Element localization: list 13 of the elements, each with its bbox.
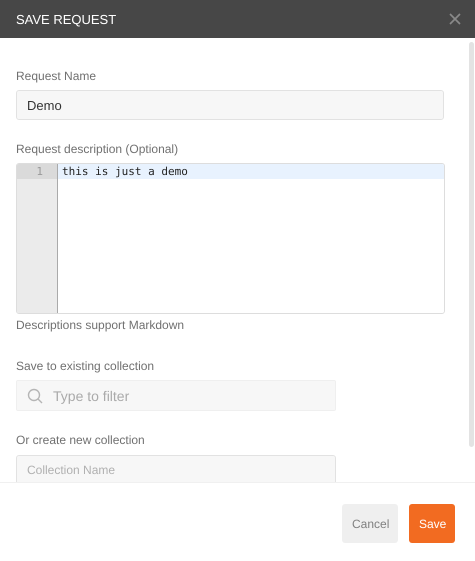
collection-name-field[interactable]: Collection Name <box>16 455 336 482</box>
dialog-title: SAVE REQUEST <box>16 12 116 26</box>
field-label: Request description (Optional) <box>16 142 178 156</box>
request-name-field[interactable]: Demo <box>16 90 444 120</box>
filter-field[interactable]: Type to filter <box>16 380 336 411</box>
description-editor[interactable]: 1 this is just a demo <box>16 163 445 314</box>
field-label: Request Name <box>16 69 96 83</box>
field-label: Save to existing collection <box>16 359 154 373</box>
scrollbar[interactable] <box>469 42 474 447</box>
field-label: Or create new collection <box>16 433 145 447</box>
line-number: 1 <box>17 164 57 179</box>
hint-text: Descriptions support Markdown <box>16 318 184 332</box>
close-icon[interactable] <box>449 13 461 25</box>
